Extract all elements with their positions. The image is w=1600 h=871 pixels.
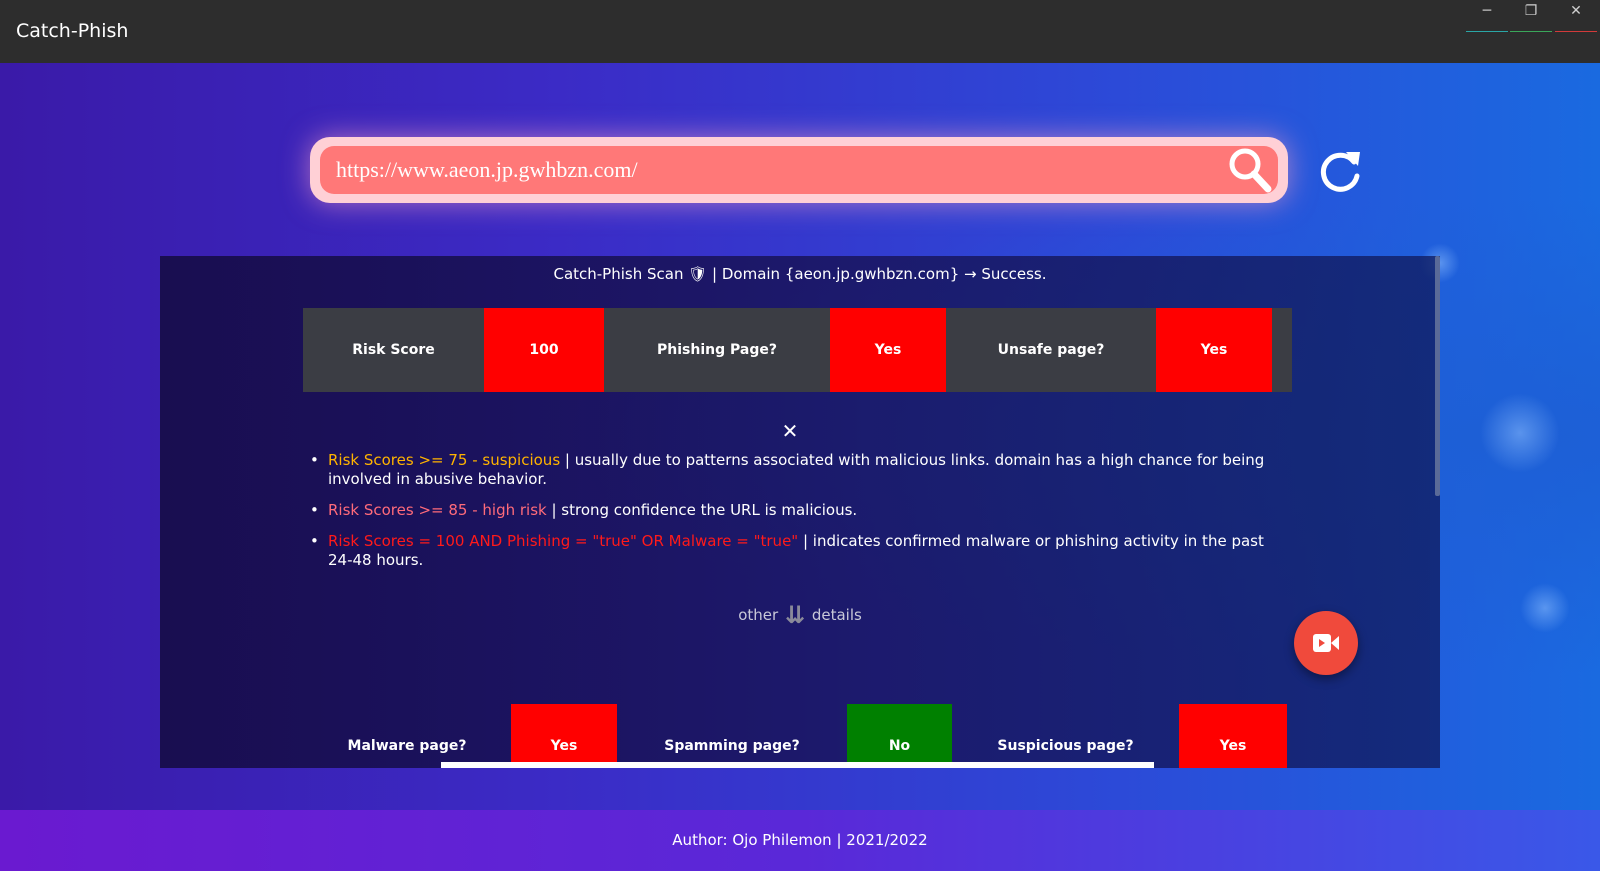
phishing-page-value: Yes — [830, 308, 946, 392]
malware-page-value: Yes — [511, 704, 617, 768]
suspicious-page-value: Yes — [1179, 704, 1287, 768]
summary-row: Risk Score 100 Phishing Page? Yes Unsafe… — [303, 308, 1292, 392]
horizontal-scrollbar[interactable] — [441, 762, 1154, 768]
spamming-page-value: No — [847, 704, 952, 768]
footer: Author: Ojo Philemon | 2021/2022 — [0, 810, 1600, 871]
details-label: details — [811, 606, 862, 624]
legend-highlight: Risk Scores >= 85 - high risk — [328, 501, 547, 519]
legend-highlight: Risk Scores = 100 AND Phishing = "true" … — [328, 532, 799, 550]
phishing-page-label: Phishing Page? — [657, 342, 777, 358]
malware-page-label: Malware page? — [347, 738, 467, 754]
risk-score-value: 100 — [484, 308, 604, 392]
details-row: Malware page? Yes Spamming page? No Susp… — [303, 704, 1292, 768]
author-credit: Author: Ojo Philemon | 2021/2022 — [672, 831, 928, 849]
unsafe-page-value: Yes — [1156, 308, 1272, 392]
minimize-button[interactable]: ─ — [1466, 0, 1508, 32]
background-glow — [1520, 583, 1570, 633]
suspicious-page-label: Suspicious page? — [997, 738, 1134, 754]
background-glow — [1480, 393, 1560, 473]
url-input[interactable] — [320, 146, 1278, 194]
scan-title: Catch-Phish Scan 🛡 | Domain {aeon.jp.gwh… — [553, 265, 1047, 283]
maximize-button[interactable]: ❐ — [1510, 0, 1552, 32]
close-window-button[interactable]: ✕ — [1555, 0, 1597, 32]
main-area: Catch-Phish Scan 🛡 | Domain {aeon.jp.gwh… — [0, 63, 1600, 810]
refresh-icon[interactable] — [1318, 148, 1364, 194]
search-bar — [310, 137, 1288, 203]
unsafe-page-label: Unsafe page? — [997, 342, 1105, 358]
other-details-heading: other ⇊ details — [160, 601, 1440, 629]
spamming-page-label: Spamming page? — [664, 738, 800, 754]
close-legend-icon[interactable]: ✕ — [780, 421, 800, 441]
legend-item: Risk Scores >= 75 - suspicious | usually… — [310, 451, 1288, 489]
risk-score-label: Risk Score — [352, 342, 435, 358]
search-icon[interactable] — [1226, 145, 1274, 195]
legend-item: Risk Scores >= 85 - high risk | strong c… — [310, 501, 1288, 520]
other-label: other — [738, 606, 779, 624]
legend-highlight: Risk Scores >= 75 - suspicious — [328, 451, 561, 469]
panel-scrollbar[interactable] — [1435, 256, 1440, 496]
title-bar: Catch-Phish ─ ❐ ✕ — [0, 0, 1600, 63]
video-camera-icon — [1313, 634, 1339, 652]
app-title: Catch-Phish — [16, 20, 129, 42]
legend-text: | strong confidence the URL is malicious… — [546, 501, 858, 519]
double-down-arrow-icon: ⇊ — [784, 601, 806, 629]
legend-item: Risk Scores = 100 AND Phishing = "true" … — [310, 532, 1288, 570]
risk-legend-list: Risk Scores >= 75 - suspicious | usually… — [310, 451, 1288, 582]
record-button[interactable] — [1294, 611, 1358, 675]
scan-result-panel: Catch-Phish Scan 🛡 | Domain {aeon.jp.gwh… — [160, 256, 1440, 768]
